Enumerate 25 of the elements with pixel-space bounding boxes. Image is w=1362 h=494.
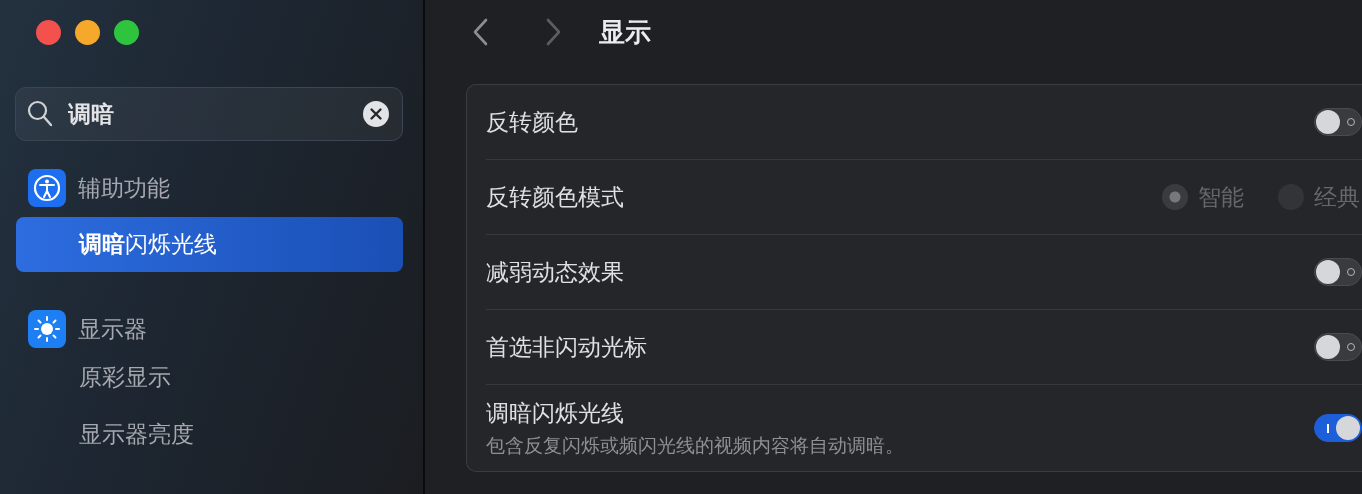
setting-description: 包含反复闪烁或频闪光线的视频内容将自动调暗。 — [486, 433, 904, 458]
setting-label: 反转颜色 — [486, 107, 578, 137]
close-button[interactable] — [36, 20, 61, 45]
category-label[interactable]: 辅助功能 — [78, 172, 170, 204]
page-title: 显示 — [599, 15, 651, 49]
forward-icon[interactable] — [545, 17, 563, 47]
toggle-switch[interactable] — [1314, 108, 1362, 136]
category-label[interactable]: 显示器 — [78, 313, 147, 345]
clear-icon[interactable] — [363, 101, 389, 127]
toggle-switch[interactable] — [1314, 333, 1362, 361]
setting-label: 减弱动态效果 — [486, 257, 624, 287]
zoom-button[interactable] — [114, 20, 139, 45]
minimize-button[interactable] — [75, 20, 100, 45]
sidebar-item[interactable]: 调暗闪烁光线 — [16, 217, 403, 272]
setting-label: 首选非闪动光标 — [486, 332, 647, 362]
setting-label: 调暗闪烁光线 — [486, 398, 625, 428]
back-icon[interactable] — [471, 17, 489, 47]
toggle-switch[interactable] — [1314, 414, 1362, 442]
accessibility-icon — [28, 169, 66, 207]
toggle-switch[interactable] — [1314, 258, 1362, 286]
sidebar-item[interactable]: 原彩显示 — [16, 350, 403, 405]
setting-label: 反转颜色模式 — [486, 182, 624, 212]
search-icon — [27, 100, 53, 127]
sun-icon — [28, 310, 66, 348]
sidebar-item[interactable]: 显示器亮度 — [16, 407, 403, 462]
